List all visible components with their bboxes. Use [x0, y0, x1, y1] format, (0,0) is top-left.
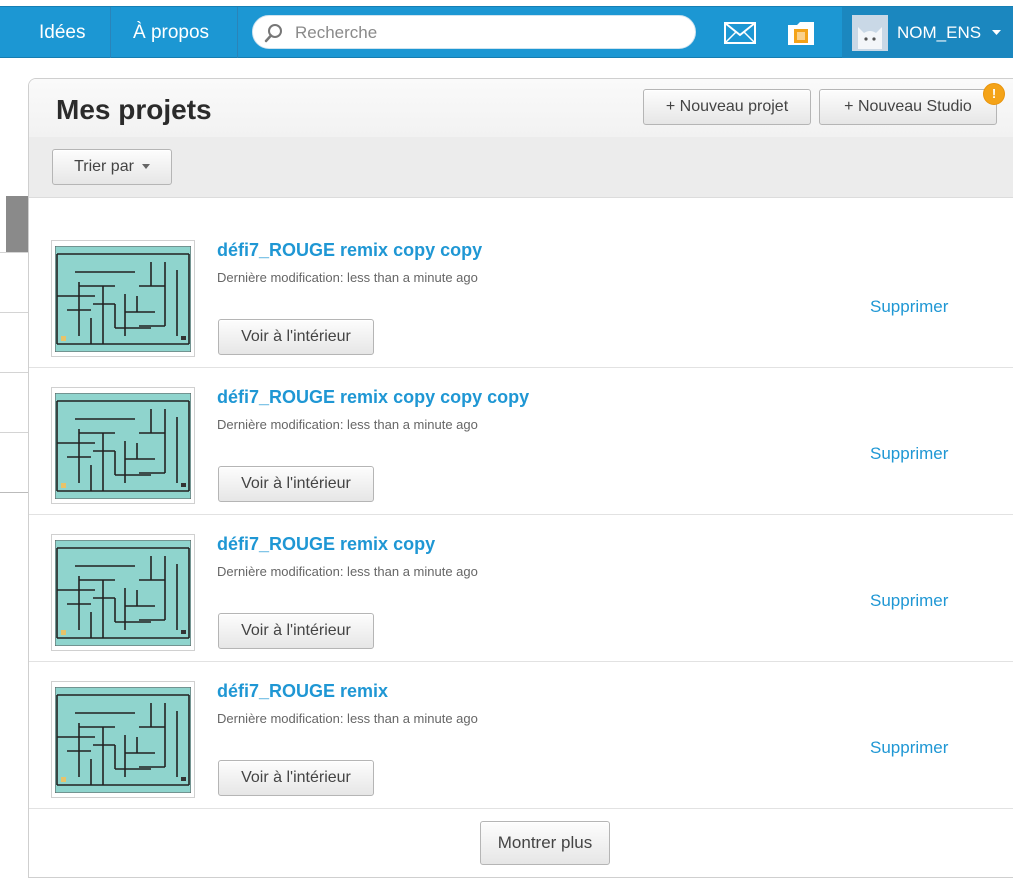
maze-thumbnail-icon	[55, 540, 191, 646]
see-inside-button[interactable]: Voir à l'intérieur	[218, 613, 374, 649]
left-divider	[0, 312, 28, 313]
project-modified-date: Dernière modification: less than a minut…	[217, 417, 478, 432]
left-divider	[0, 372, 28, 373]
folder-icon[interactable]	[786, 19, 816, 47]
search-icon[interactable]	[263, 22, 285, 44]
nav-separator	[110, 7, 111, 58]
left-scrollbar[interactable]	[6, 196, 28, 252]
delete-project-link[interactable]: Supprimer	[870, 297, 948, 317]
sort-bar: Trier par	[29, 137, 1013, 198]
sort-label: Trier par	[74, 158, 134, 175]
left-divider	[0, 432, 28, 433]
search-input[interactable]	[293, 19, 687, 47]
top-navbar: Idées À propos NOM_ENS	[0, 6, 1013, 58]
project-modified-date: Dernière modification: less than a minut…	[217, 711, 478, 726]
maze-thumbnail-icon	[55, 246, 191, 352]
project-title-link[interactable]: défi7_ROUGE remix copy copy copy	[217, 387, 529, 408]
project-title-link[interactable]: défi7_ROUGE remix copy copy	[217, 240, 482, 261]
nav-separator	[237, 7, 238, 58]
panel-header: Mes projets + Nouveau projet + Nouveau S…	[29, 79, 1013, 138]
project-row: défi7_ROUGE remix copy copy copy Dernièr…	[29, 368, 1013, 515]
maze-thumbnail-icon	[55, 687, 191, 793]
show-more-button[interactable]: Montrer plus	[480, 821, 610, 865]
page-title: Mes projets	[56, 94, 212, 125]
search-box	[252, 15, 696, 49]
project-thumbnail[interactable]	[51, 387, 195, 504]
account-name: NOM_ENS	[897, 23, 982, 42]
new-project-button[interactable]: + Nouveau projet	[643, 89, 811, 125]
notification-badge: !	[983, 83, 1005, 105]
see-inside-button[interactable]: Voir à l'intérieur	[218, 760, 374, 796]
sort-dropdown[interactable]: Trier par	[52, 149, 172, 185]
account-menu[interactable]: NOM_ENS	[842, 7, 1013, 58]
project-row: défi7_ROUGE remix copy Dernière modifica…	[29, 515, 1013, 662]
chevron-down-icon	[141, 164, 150, 170]
projects-panel: Mes projets + Nouveau projet + Nouveau S…	[28, 78, 1013, 878]
project-title-link[interactable]: défi7_ROUGE remix	[217, 681, 388, 702]
delete-project-link[interactable]: Supprimer	[870, 444, 948, 464]
project-row: défi7_ROUGE remix copy copy Dernière mod…	[29, 221, 1013, 368]
chevron-down-icon	[992, 30, 1001, 35]
project-thumbnail[interactable]	[51, 681, 195, 798]
new-studio-button[interactable]: + Nouveau Studio	[819, 89, 997, 125]
project-modified-date: Dernière modification: less than a minut…	[217, 564, 478, 579]
delete-project-link[interactable]: Supprimer	[870, 591, 948, 611]
left-divider	[0, 252, 28, 253]
see-inside-button[interactable]: Voir à l'intérieur	[218, 466, 374, 502]
project-title-link[interactable]: défi7_ROUGE remix copy	[217, 534, 435, 555]
envelope-icon[interactable]	[724, 22, 756, 44]
nav-about-link[interactable]: À propos	[123, 7, 219, 58]
delete-project-link[interactable]: Supprimer	[870, 738, 948, 758]
left-divider	[0, 492, 28, 493]
maze-thumbnail-icon	[55, 393, 191, 499]
project-thumbnail[interactable]	[51, 240, 195, 357]
see-inside-button[interactable]: Voir à l'intérieur	[218, 319, 374, 355]
nav-ideas-link[interactable]: Idées	[29, 7, 95, 58]
cat-avatar-icon	[852, 15, 888, 51]
project-modified-date: Dernière modification: less than a minut…	[217, 270, 478, 285]
project-row: défi7_ROUGE remix Dernière modification:…	[29, 662, 1013, 809]
project-thumbnail[interactable]	[51, 534, 195, 651]
